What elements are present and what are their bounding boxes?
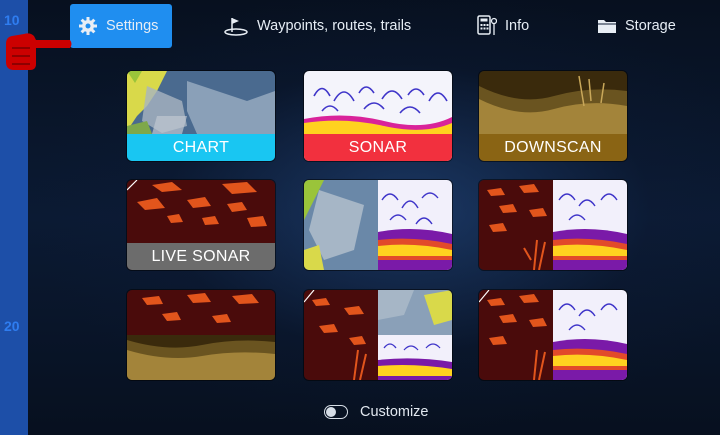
tile-live-sonar-split[interactable]: [479, 180, 627, 270]
top-menu-bar: Settings Waypoints, routes, trails Info …: [28, 0, 720, 52]
tile-live-sonar-label: LIVE SONAR: [127, 243, 275, 270]
menu-waypoints-label: Waypoints, routes, trails: [257, 18, 412, 34]
toggle-switch-icon[interactable]: [324, 405, 348, 419]
ruler-mark-20: 20: [4, 318, 20, 334]
folder-icon: [597, 18, 617, 34]
pointing-hand-icon: [0, 18, 72, 79]
tile-live-sonar-downscan[interactable]: [127, 290, 275, 380]
tile-live-sonar[interactable]: LIVE SONAR: [127, 180, 275, 270]
chart-sonar-split-preview: [304, 180, 452, 270]
flag-icon: [223, 16, 249, 36]
customize-toggle[interactable]: Customize: [324, 404, 429, 420]
tile-live-chart-sonar-triple[interactable]: [304, 290, 452, 380]
info-gauge-icon: [477, 15, 497, 37]
tile-chart-sonar-split[interactable]: [304, 180, 452, 270]
tile-sonar[interactable]: SONAR: [304, 71, 452, 161]
menu-info-label: Info: [505, 18, 530, 34]
live-chart-sonar-triple-preview: [304, 290, 452, 380]
tile-sonar-label: SONAR: [304, 134, 452, 161]
tile-downscan[interactable]: DOWNSCAN: [479, 71, 627, 161]
live-sonar-downscan-preview: [127, 290, 275, 380]
menu-storage-button[interactable]: Storage: [597, 4, 676, 48]
tile-chart[interactable]: CHART: [127, 71, 275, 161]
menu-settings-button[interactable]: Settings: [70, 4, 172, 48]
menu-storage-label: Storage: [625, 18, 676, 34]
tile-live-sonar-split-2[interactable]: [479, 290, 627, 380]
home-screen: Settings Waypoints, routes, trails Info …: [28, 0, 720, 435]
menu-settings-label: Settings: [106, 18, 159, 34]
tile-chart-label: CHART: [127, 134, 275, 161]
gear-icon: [78, 16, 98, 36]
menu-info-button[interactable]: Info: [477, 4, 529, 48]
live-sonar-split-2-preview: [479, 290, 627, 380]
customize-label: Customize: [360, 404, 429, 420]
live-sonar-split-preview: [479, 180, 627, 270]
tile-downscan-label: DOWNSCAN: [479, 134, 627, 161]
menu-waypoints-button[interactable]: Waypoints, routes, trails: [223, 4, 411, 48]
